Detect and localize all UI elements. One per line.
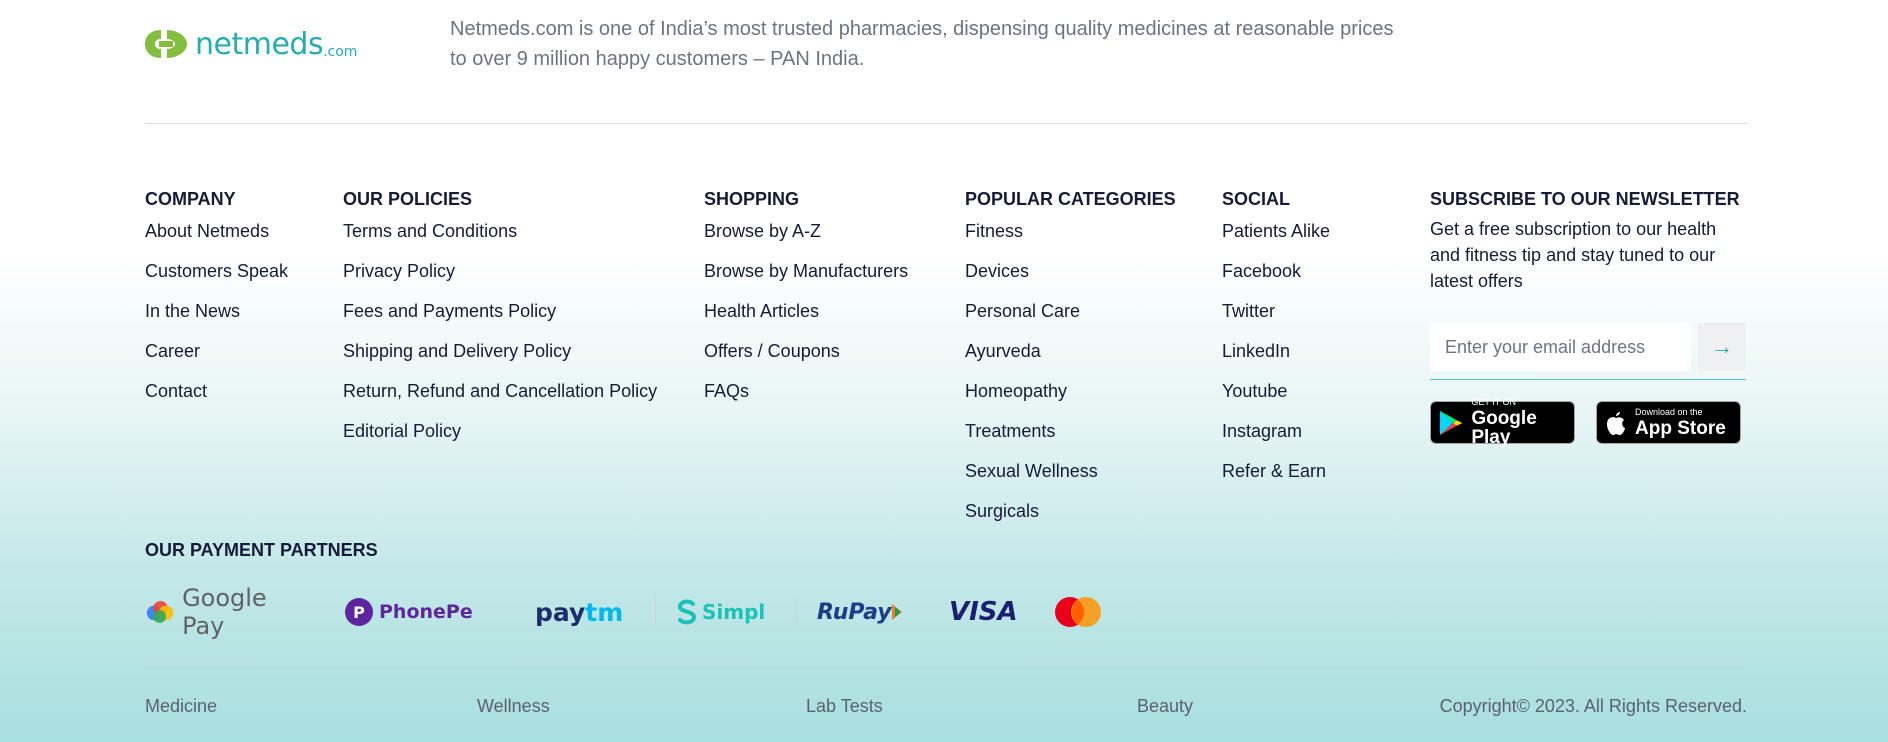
app-store-big-text: App Store [1635,417,1726,439]
link-devices[interactable]: Devices [965,260,1176,300]
link-twitter[interactable]: Twitter [1222,300,1330,340]
google-play-big-text: Google Play [1471,408,1537,448]
simpl-logo: Simpl [676,592,776,632]
google-play-icon [1439,410,1463,435]
bottom-link-medicine[interactable]: Medicine [145,696,217,717]
logo-wordmark: netmeds [195,26,324,62]
link-shipping-delivery[interactable]: Shipping and Delivery Policy [343,340,657,380]
policies-column: OUR POLICIES Terms and Conditions Privac… [343,188,657,460]
social-heading: SOCIAL [1222,189,1291,209]
about-text: Netmeds.com is one of India’s most trust… [450,18,1394,70]
logo-suffix: .com [323,44,358,60]
link-fitness[interactable]: Fitness [965,220,1176,260]
link-youtube[interactable]: Youtube [1222,380,1330,420]
google-play-badge[interactable]: GET IT ON Google Play [1430,397,1575,448]
app-store-badge[interactable]: Download on the App Store [1596,401,1741,444]
newsletter-text: Get a free subscription to our health an… [1430,219,1717,291]
link-in-the-news[interactable]: In the News [145,300,288,340]
google-play-small-text: GET IT ON [1471,397,1516,407]
netmeds-leaf-icon [145,30,187,58]
social-column: SOCIAL Patients Alike Facebook Twitter L… [1222,188,1330,500]
link-faqs[interactable]: FAQs [704,380,908,420]
apple-icon [1607,411,1625,435]
bottom-link-beauty[interactable]: Beauty [1137,696,1193,717]
bottom-divider [145,667,1747,668]
link-editorial-policy[interactable]: Editorial Policy [343,420,657,460]
link-ayurveda[interactable]: Ayurveda [965,340,1176,380]
link-homeopathy[interactable]: Homeopathy [965,380,1176,420]
link-career[interactable]: Career [145,340,288,380]
newsletter-heading: SUBSCRIBE TO OUR NEWSLETTER [1430,189,1740,209]
link-patients-alike[interactable]: Patients Alike [1222,220,1330,260]
copyright-text: Copyright© 2023. All Rights Reserved. [1439,696,1747,716]
arrow-right-icon: → [1711,334,1733,359]
link-contact[interactable]: Contact [145,380,288,420]
payment-partners-heading: OUR PAYMENT PARTNERS [145,540,378,560]
link-return-refund[interactable]: Return, Refund and Cancellation Policy [343,380,657,420]
phonepe-logo: P PhonePe [345,592,495,632]
rupay-logo: RuPay [817,592,909,632]
payment-separator [796,598,797,626]
netmeds-logo[interactable]: netmeds .com [145,26,357,62]
link-sexual-wellness[interactable]: Sexual Wellness [965,460,1176,500]
app-store-small-text: Download on the [1635,406,1703,417]
newsletter-email-input[interactable] [1430,323,1691,371]
link-surgicals[interactable]: Surgicals [965,500,1176,540]
rupay-arrow-icon [891,604,902,620]
link-refer-earn[interactable]: Refer & Earn [1222,460,1330,500]
mastercard-icon [1055,597,1101,627]
newsletter-submit-button[interactable]: → [1698,323,1746,371]
shopping-heading: SHOPPING [704,189,800,209]
categories-column: POPULAR CATEGORIES Fitness Devices Perso… [965,188,1176,540]
company-heading: COMPANY [145,189,236,209]
bottom-bar: Medicine Wellness Lab Tests Beauty Copyr… [145,696,1747,720]
newsletter-form: → [1430,323,1746,380]
google-pay-icon [146,601,174,623]
policies-heading: OUR POLICIES [343,189,473,209]
bottom-link-lab-tests[interactable]: Lab Tests [806,696,883,717]
payment-separator [655,598,656,626]
visa-logo: VISA [949,597,1018,627]
link-linkedin[interactable]: LinkedIn [1222,340,1330,380]
link-customers-speak[interactable]: Customers Speak [145,260,288,300]
phonepe-icon: P [345,598,373,626]
link-browse-a-z[interactable]: Browse by A-Z [704,220,908,260]
svg-text:P: P [353,603,365,622]
link-fees-payments[interactable]: Fees and Payments Policy [343,300,657,340]
categories-heading: POPULAR CATEGORIES [965,189,1176,209]
simpl-icon [677,599,697,625]
newsletter-column: SUBSCRIBE TO OUR NEWSLETTER Get a free s… [1430,188,1750,447]
company-column: COMPANY About Netmeds Customers Speak In… [145,188,288,420]
payment-partners-row: Google Pay P PhonePe pay tm Simpl RuPay … [145,584,1143,640]
link-terms[interactable]: Terms and Conditions [343,220,657,260]
shopping-column: SHOPPING Browse by A-Z Browse by Manufac… [704,188,908,420]
bottom-link-wellness[interactable]: Wellness [477,696,550,717]
mastercard-logo [1053,592,1103,632]
link-treatments[interactable]: Treatments [965,420,1176,460]
footer-top: netmeds .com Netmeds.com is one of India… [145,0,1747,124]
link-personal-care[interactable]: Personal Care [965,300,1176,340]
link-browse-manufacturers[interactable]: Browse by Manufacturers [704,260,908,300]
link-about-netmeds[interactable]: About Netmeds [145,220,288,260]
link-instagram[interactable]: Instagram [1222,420,1330,460]
paytm-logo: pay tm [535,597,624,627]
link-offers-coupons[interactable]: Offers / Coupons [704,340,908,380]
link-privacy-policy[interactable]: Privacy Policy [343,260,657,300]
link-health-articles[interactable]: Health Articles [704,300,908,340]
link-facebook[interactable]: Facebook [1222,260,1330,300]
google-pay-logo: Google Pay [145,584,305,640]
